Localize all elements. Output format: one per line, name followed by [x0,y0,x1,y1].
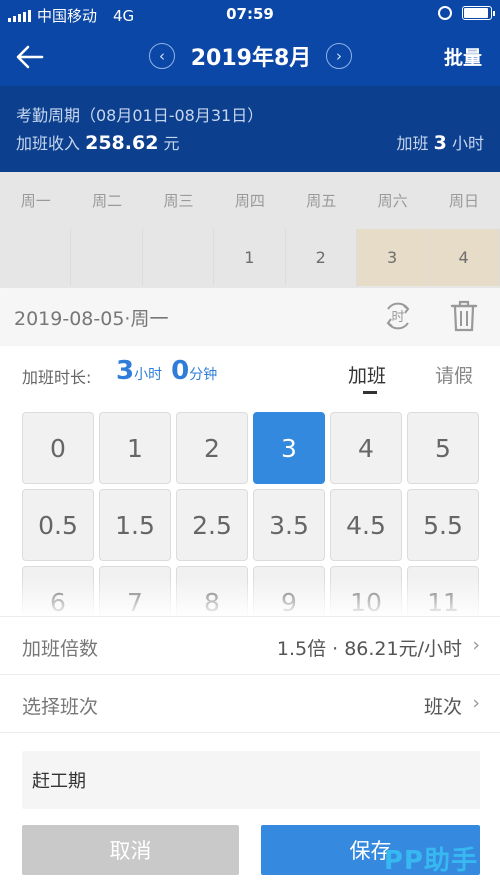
ot-label: 加班 [396,134,429,153]
weekday-label: 周日 [449,192,480,210]
weekday-label: 周一 [20,192,51,210]
hours-unit: 小时 [134,367,163,383]
hour-key[interactable]: 0.5 [22,489,94,561]
weekday-label: 周六 [377,192,408,210]
income-label: 加班收入 [16,134,81,153]
shift-label: 选择班次 [22,696,99,718]
calendar: 周一 周二 周三 周四 周五 周六 周日 1 2 3 4 [0,172,500,288]
weekday-label: 周五 [306,192,337,210]
overtime-multiplier-row[interactable]: 加班倍数 1.5倍 · 86.21元/小时 › [0,616,500,674]
weekday-label: 周三 [163,192,194,210]
keypad-fade [0,578,500,616]
weekday-header: 周一 周二 周三 周四 周五 周六 周日 [0,172,500,229]
active-tab-indicator [363,391,377,394]
hour-key[interactable]: 3.5 [253,489,325,561]
hours-keypad: 0123450.51.52.53.54.55.567891011 [0,404,500,616]
note-area: 取消 保存 PP助手 [0,732,500,889]
hour-key[interactable]: 2.5 [176,489,248,561]
hour-key[interactable]: 5.5 [407,489,479,561]
status-bar: 中国移动 4G 07:59 [0,0,500,30]
weekday-label: 周四 [234,192,265,210]
shift-time-icon[interactable]: 时 [382,300,414,332]
hour-key[interactable]: 3 [253,412,325,484]
chevron-right-icon: › [472,634,480,656]
next-month-button[interactable]: › [326,43,352,69]
overtime-income: 加班收入 258.62 元 [16,130,180,154]
duration-value: 3小时 0分钟 [116,356,217,386]
cancel-button[interactable]: 取消 [22,825,239,875]
note-input[interactable] [22,751,480,809]
calendar-week-row: 1 2 3 4 [0,229,500,286]
calendar-day[interactable]: 2 [286,229,357,286]
shift-value: 班次 [423,696,462,718]
duration-minutes: 0 [171,356,190,386]
select-shift-row[interactable]: 选择班次 班次 › [0,674,500,732]
multiplier-label: 加班倍数 [22,638,99,660]
shift-icon-char: 时 [391,310,404,325]
overtime-hours: 加班 3 小时 [397,130,484,154]
status-right [438,6,495,20]
calendar-day[interactable]: 3 [356,229,429,286]
chevron-right-icon: › [472,692,480,714]
batch-button[interactable]: 批量 [444,43,482,70]
duration-hours: 3 [116,356,135,386]
calendar-day[interactable]: 1 [214,229,286,286]
ot-unit: 小时 [451,134,484,153]
minutes-unit: 分钟 [189,367,218,383]
hour-key[interactable]: 1 [99,412,171,484]
status-time: 07:59 [226,5,274,23]
back-arrow-icon[interactable] [14,42,46,72]
hour-key[interactable]: 5 [407,412,479,484]
prev-month-button[interactable]: ‹ [149,43,175,69]
tab-leave[interactable]: 请假 [435,361,473,388]
watermark-logo: PP助手 [383,846,478,876]
attendance-summary: 考勤周期（08月01日-08月31日） 加班收入 258.62 元 加班 3 小… [0,86,500,172]
duration-label: 加班时长: [22,368,92,387]
hour-key[interactable]: 0 [22,412,94,484]
ot-value: 3 [433,132,447,154]
calendar-day [71,229,143,286]
calendar-day[interactable]: 4 [428,229,500,286]
selected-date: 2019-08-05·周一 [14,308,169,330]
hour-key[interactable]: 2 [176,412,248,484]
weekday-label: 周二 [92,192,123,210]
sheet-header: 2019-08-05·周一 时 [0,288,500,346]
income-value: 258.62 [85,132,159,154]
battery-icon [462,6,495,20]
tab-overtime[interactable]: 加班 [348,361,386,388]
multiplier-value: 1.5倍 · 86.21元/小时 [276,638,462,660]
calendar-day [143,229,215,286]
hour-key[interactable]: 4 [330,412,402,484]
nav-bar: ‹ 2019年8月 › 批量 [0,30,500,86]
attendance-cycle: 考勤周期（08月01日-08月31日） [16,106,264,125]
duration-bar: 加班时长: 3小时 0分钟 加班 请假 [0,346,500,404]
hour-key[interactable]: 1.5 [99,489,171,561]
hour-key[interactable]: 4.5 [330,489,402,561]
calendar-day [0,229,72,286]
income-unit: 元 [163,134,180,153]
alarm-icon [438,6,452,20]
trash-icon[interactable] [447,298,481,334]
month-title: 2019年8月 [190,46,312,71]
